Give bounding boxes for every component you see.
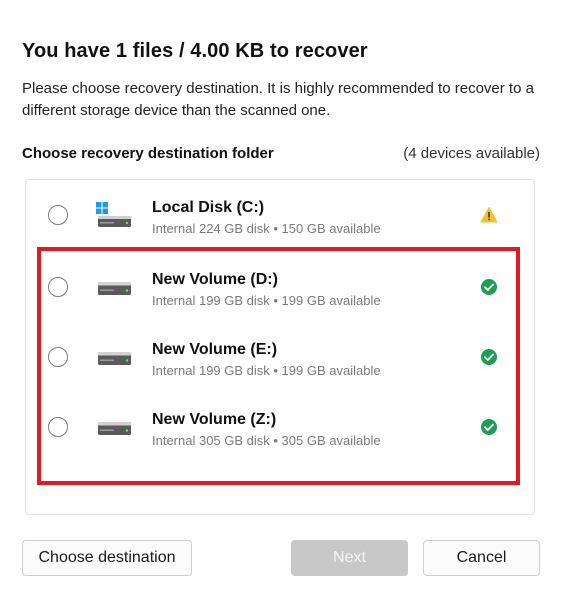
drive-name: Local Disk (C:) (152, 199, 265, 216)
drive-info: Internal 305 GB disk • 305 GB available (152, 433, 381, 448)
section-label: Choose recovery destination folder (22, 145, 274, 162)
drive-info: Internal 224 GB disk • 150 GB available (152, 221, 381, 236)
check-circle-icon (481, 419, 497, 435)
check-circle-icon (481, 349, 497, 365)
drive-name: New Volume (Z:) (152, 411, 277, 428)
device-count: (4 devices available) (403, 145, 540, 162)
hard-drive-icon (98, 422, 131, 435)
hard-drive-icon (98, 352, 131, 365)
drive-radio-c[interactable] (48, 205, 68, 225)
check-circle-icon (481, 279, 497, 295)
drive-name: New Volume (E:) (152, 341, 278, 358)
drive-info: Internal 199 GB disk • 199 GB available (152, 293, 381, 308)
drive-row-d[interactable]: New Volume (D:) Internal 199 GB disk • 1… (26, 252, 534, 322)
drive-list: Local Disk (C:) Internal 224 GB disk • 1… (25, 179, 535, 515)
drive-radio-d[interactable] (48, 277, 68, 297)
drive-row-e[interactable]: New Volume (E:) Internal 199 GB disk • 1… (26, 322, 534, 392)
drive-row-z[interactable]: New Volume (Z:) Internal 305 GB disk • 3… (26, 392, 534, 462)
drive-row-c[interactable]: Local Disk (C:) Internal 224 GB disk • 1… (26, 180, 534, 250)
choose-destination-button[interactable]: Choose destination (22, 540, 192, 576)
cancel-button[interactable]: Cancel (423, 540, 540, 576)
next-button[interactable]: Next (291, 540, 408, 576)
drive-name: New Volume (D:) (152, 271, 278, 288)
dialog-title: You have 1 files / 4.00 KB to recover (22, 40, 368, 62)
windows-drive-icon (96, 202, 131, 227)
warning-icon (480, 207, 498, 223)
drive-radio-z[interactable] (48, 417, 68, 437)
drive-info: Internal 199 GB disk • 199 GB available (152, 363, 381, 378)
hard-drive-icon (98, 282, 131, 295)
dialog-description: Please choose recovery destination. It i… (22, 80, 534, 119)
drive-radio-e[interactable] (48, 347, 68, 367)
section-header: Choose recovery destination folder (4 de… (22, 145, 540, 162)
